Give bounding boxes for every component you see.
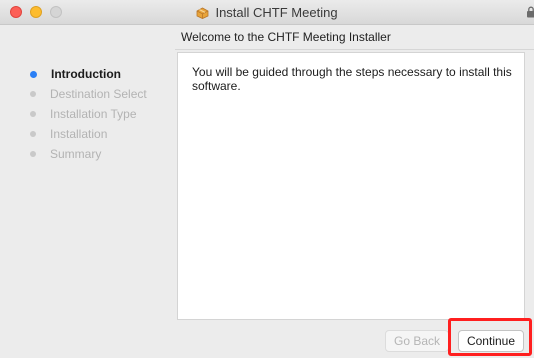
step-label: Destination Select [50,87,147,101]
step-label: Installation Type [50,107,137,121]
step-summary: Summary [30,144,170,164]
step-label: Introduction [51,67,121,81]
window-title-group: Install CHTF Meeting [0,0,534,25]
step-dot-icon [30,131,36,137]
title-bar[interactable]: Install CHTF Meeting [0,0,534,25]
step-installation-type: Installation Type [30,104,170,124]
content-panel: You will be guided through the steps nec… [177,52,525,320]
lock-icon [527,6,534,18]
welcome-message: You will be guided through the steps nec… [192,65,512,93]
step-active-dot-icon [30,70,37,78]
continue-button[interactable]: Continue [458,330,524,352]
package-icon [197,7,209,19]
step-destination-select: Destination Select [30,84,170,104]
header-divider [175,49,534,50]
step-label: Summary [50,147,102,161]
step-dot-icon [30,111,36,117]
step-dot-icon [30,91,36,97]
step-dot-icon [30,151,36,157]
step-installation: Installation [30,124,170,144]
step-introduction: Introduction [30,64,170,84]
go-back-button[interactable]: Go Back [385,330,449,352]
window-title: Install CHTF Meeting [215,5,338,20]
step-label: Installation [50,127,108,141]
installer-window: Install CHTF Meeting Welcome to the CHTF… [0,0,534,358]
step-sidebar: Introduction Destination Select Installa… [30,64,170,164]
installer-subtitle: Welcome to the CHTF Meeting Installer [181,30,391,44]
